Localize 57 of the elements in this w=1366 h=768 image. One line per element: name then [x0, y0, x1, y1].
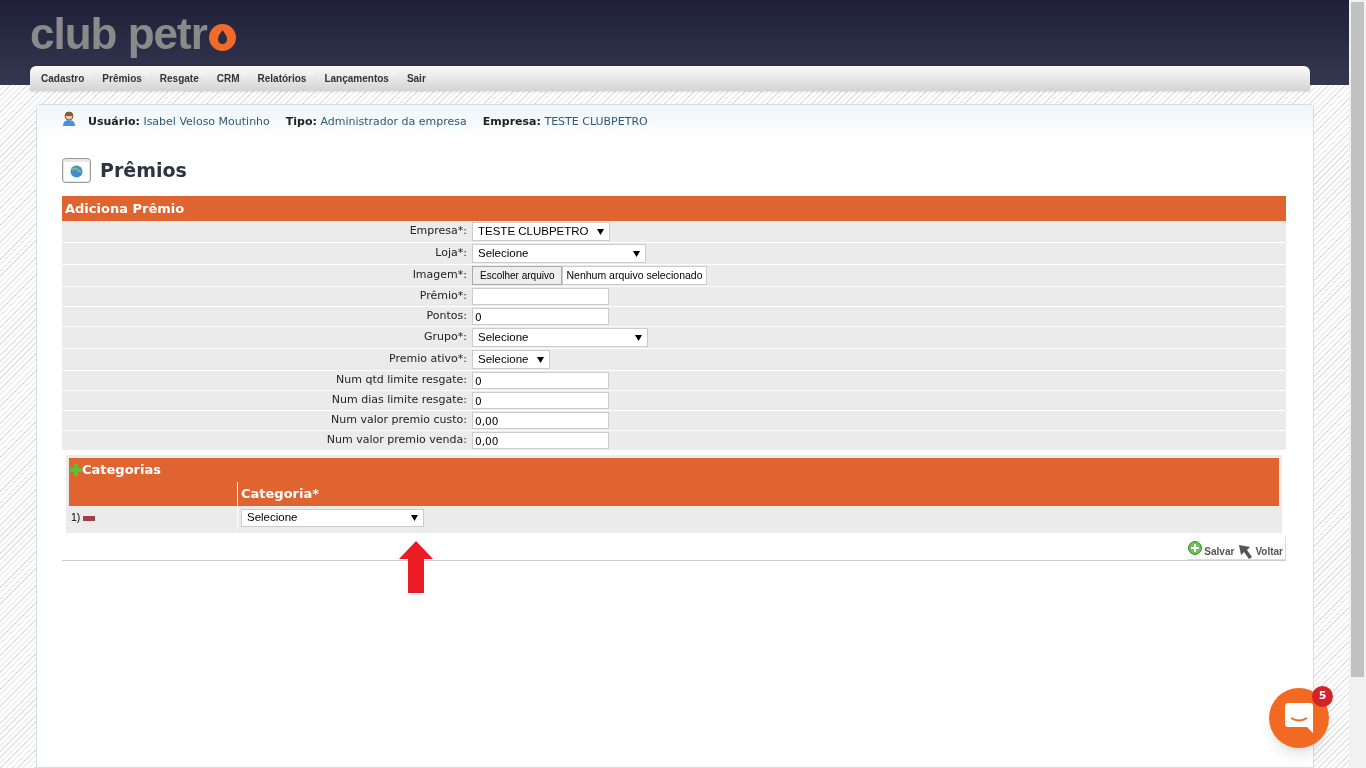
field-label: Empresa*: — [408, 223, 468, 240]
menu-item[interactable]: Relatórios — [257, 71, 314, 86]
text-field[interactable]: 0,00 — [472, 432, 609, 449]
row-number: 1) — [71, 510, 81, 526]
field-label: Imagem*: — [411, 267, 468, 284]
field-label: Prêmio*: — [418, 288, 468, 305]
field-label: Num qtd limite resgate: — [335, 372, 468, 389]
logo-drop-icon — [208, 23, 236, 51]
caret-icon — [411, 515, 418, 521]
file-status: Nenhum arquivo selecionado — [562, 266, 707, 285]
user-info: Tipo: Administrador da empresa — [285, 113, 467, 130]
text-field[interactable]: 0 — [472, 308, 609, 325]
notification-badge: 5 — [1312, 686, 1333, 707]
add-icon[interactable] — [70, 464, 82, 476]
back-button[interactable]: Voltar — [1238, 544, 1283, 559]
field-label: Num valor premio venda: — [325, 432, 468, 449]
page-title: Prêmios — [100, 157, 187, 183]
select-field[interactable]: Selecione — [472, 244, 646, 263]
user-icon — [62, 110, 76, 126]
caret-icon — [596, 228, 604, 235]
text-field[interactable]: 0,00 — [472, 412, 609, 429]
section-title: Categorias — [82, 461, 161, 480]
select-field[interactable]: Selecione — [472, 328, 648, 347]
menu-item[interactable]: Prêmios — [102, 71, 149, 86]
menu-item[interactable]: Cadastro — [41, 71, 92, 86]
field-label: Loja*: — [434, 245, 468, 262]
text-field[interactable]: 0 — [472, 372, 609, 389]
select-field[interactable]: Selecione — [241, 509, 424, 527]
menu-item[interactable]: CRM — [216, 71, 247, 86]
choose-file-button[interactable]: Escolher arquivo — [472, 266, 563, 285]
globe-window-icon — [62, 157, 91, 183]
logo-text: club petr — [30, 12, 207, 56]
menu-item[interactable]: Sair — [406, 71, 426, 86]
form-header: Adiciona Prêmio — [62, 196, 1286, 221]
field-label: Num valor premio custo: — [330, 412, 468, 429]
cursor-arrow-icon — [1238, 544, 1254, 559]
plus-circle-icon — [1188, 541, 1203, 555]
field-label: Premio ativo*: — [387, 351, 468, 368]
text-field[interactable] — [472, 288, 609, 305]
select-field[interactable]: Selecione — [472, 350, 550, 369]
remove-icon[interactable] — [83, 515, 96, 521]
text-field[interactable]: 0 — [472, 392, 609, 409]
field-label: Pontos: — [425, 308, 468, 325]
caret-icon — [633, 250, 640, 257]
arrow-annotation — [399, 541, 433, 593]
user-info: Usuário: Isabel Veloso Moutinho — [88, 113, 270, 130]
menu-item[interactable]: Lançamentos — [324, 71, 396, 86]
menu-item[interactable]: Resgate — [159, 71, 206, 86]
user-info: Empresa: TESTE CLUBPETRO — [482, 113, 648, 130]
field-label: Grupo*: — [423, 329, 468, 346]
select-field[interactable]: TESTE CLUBPETRO — [472, 222, 610, 241]
scrollbar[interactable] — [1349, 0, 1366, 768]
caret-icon — [635, 334, 642, 341]
save-button[interactable]: Salvar — [1188, 541, 1235, 559]
field-label: Num dias limite resgate: — [330, 392, 468, 409]
caret-icon — [536, 356, 544, 363]
chat-icon — [1285, 703, 1313, 733]
